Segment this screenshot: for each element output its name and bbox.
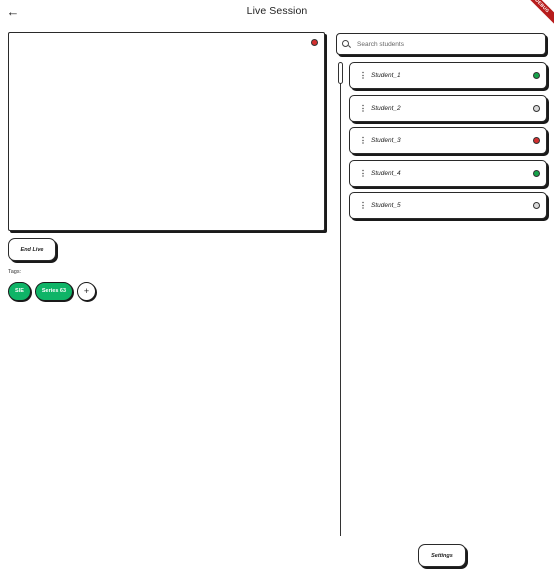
tags-row: SIE Series 63 + — [8, 281, 97, 301]
student-card-1[interactable]: ⋮ Student_1 — [349, 62, 547, 89]
status-dot-icon — [533, 137, 540, 144]
status-dot-icon — [533, 170, 540, 177]
student-name: Student_2 — [371, 105, 401, 112]
tag-chip-sie[interactable]: SIE — [8, 281, 31, 301]
drag-handle-icon[interactable]: ⋮ — [358, 71, 368, 80]
student-name: Student_3 — [371, 137, 401, 144]
student-card-3[interactable]: ⋮ Student_3 — [349, 127, 547, 154]
page-title: Live Session — [246, 5, 308, 17]
search-input[interactable] — [357, 40, 537, 48]
student-search-box[interactable] — [336, 33, 546, 55]
live-video-panel — [8, 32, 325, 231]
end-live-button[interactable]: End Live — [8, 238, 56, 261]
student-name: Student_4 — [371, 170, 401, 177]
drag-handle-icon[interactable]: ⋮ — [358, 136, 368, 145]
app-bar: ← Live Session DEBUG — [0, 0, 554, 31]
search-icon — [342, 39, 351, 49]
tag-chip-series-63[interactable]: Series 63 — [34, 281, 74, 301]
student-card-5[interactable]: ⋮ Student_5 — [349, 192, 547, 219]
student-name: Student_1 — [371, 72, 401, 79]
add-tag-button[interactable]: + — [77, 281, 97, 301]
drag-handle-icon[interactable]: ⋮ — [358, 104, 368, 113]
student-name: Student_5 — [371, 202, 401, 209]
scrollbar-thumb[interactable] — [338, 62, 343, 84]
recording-indicator-icon — [311, 39, 318, 46]
status-dot-icon — [533, 105, 540, 112]
status-dot-icon — [533, 72, 540, 79]
tags-label: Tags: — [8, 269, 22, 275]
student-card-4[interactable]: ⋮ Student_4 — [349, 160, 547, 187]
status-dot-icon — [533, 202, 540, 209]
settings-button[interactable]: Settings — [418, 544, 466, 567]
drag-handle-icon[interactable]: ⋮ — [358, 169, 368, 178]
student-card-2[interactable]: ⋮ Student_2 — [349, 95, 547, 122]
panel-divider — [340, 62, 341, 536]
drag-handle-icon[interactable]: ⋮ — [358, 201, 368, 210]
